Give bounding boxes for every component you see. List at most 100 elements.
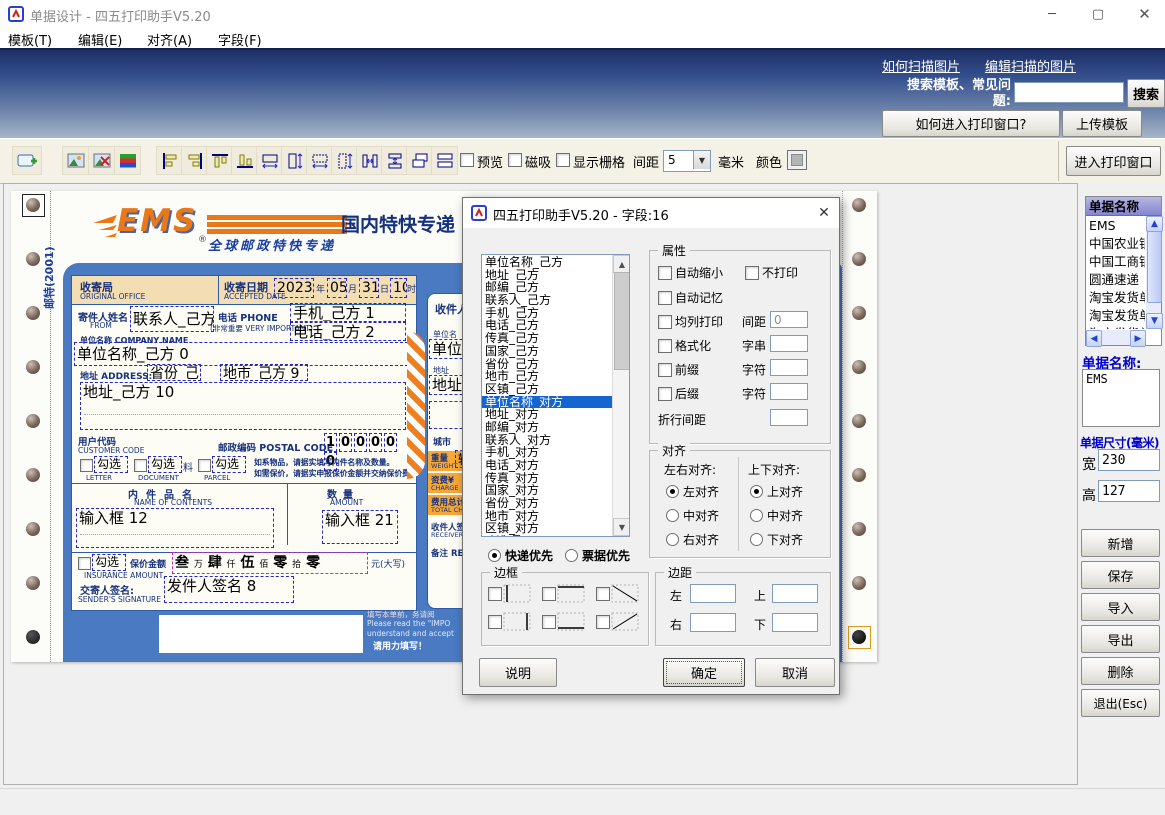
- scrollbar-thumb[interactable]: [614, 272, 630, 370]
- no-print-checkbox[interactable]: [745, 266, 759, 280]
- template-list-item[interactable]: 中国工商银行: [1086, 253, 1145, 271]
- year-field[interactable]: 2023: [274, 278, 314, 298]
- field-list-item[interactable]: 国家_己方: [482, 345, 613, 358]
- exit-button[interactable]: 退出(Esc): [1081, 689, 1160, 717]
- search-button[interactable]: 搜索: [1127, 79, 1165, 108]
- delete-button[interactable]: 删除: [1081, 657, 1160, 685]
- menu-template[interactable]: 模板(T): [8, 30, 52, 49]
- field-list-item[interactable]: 地址_己方: [482, 269, 613, 282]
- postal-digit-field[interactable]: 1: [324, 433, 337, 452]
- margin-bottom-input[interactable]: [772, 613, 818, 632]
- width-input[interactable]: [1098, 449, 1160, 471]
- h-align-center-radio[interactable]: [666, 509, 679, 522]
- letter-check-field[interactable]: 勾选: [94, 456, 128, 473]
- h-center-icon[interactable]: [356, 146, 383, 175]
- border-right-checkbox[interactable]: [488, 615, 502, 629]
- contact-self-field[interactable]: 联系人_己方: [130, 306, 214, 332]
- company-self-field[interactable]: 单位名称_己方 0: [74, 342, 408, 366]
- colors-icon[interactable]: [114, 146, 141, 175]
- edit-scanned-image-link[interactable]: 编辑扫描的图片: [985, 56, 1076, 75]
- height-input[interactable]: [1098, 480, 1160, 502]
- enter-print-window-button[interactable]: 进入打印窗口: [1066, 146, 1161, 176]
- template-name-box[interactable]: EMS: [1082, 369, 1160, 427]
- margin-top-input[interactable]: [772, 584, 818, 603]
- ok-button[interactable]: 确定: [663, 658, 745, 687]
- scan-image-link[interactable]: 如何扫描图片: [882, 56, 960, 75]
- h-align-right-radio[interactable]: [666, 533, 679, 546]
- how-enter-print-button[interactable]: 如何进入打印窗口?: [882, 110, 1060, 137]
- preview-checkbox[interactable]: [460, 153, 474, 167]
- letter-checkbox[interactable]: [80, 459, 93, 472]
- auto-shrink-checkbox[interactable]: [658, 266, 672, 280]
- space-equal-v-icon[interactable]: [331, 146, 358, 175]
- field-list-scrollbar[interactable]: ▲ ▼: [612, 255, 629, 536]
- document-checkbox[interactable]: [134, 459, 147, 472]
- scroll-down-icon[interactable]: ▼: [1146, 313, 1163, 329]
- suffix-checkbox[interactable]: [658, 387, 672, 401]
- hour-field[interactable]: 10: [390, 278, 407, 298]
- save-button[interactable]: 保存: [1081, 561, 1160, 589]
- remove-image-icon[interactable]: [88, 146, 115, 175]
- upload-template-button[interactable]: 上传模板: [1062, 110, 1142, 137]
- input-box-12-field[interactable]: 输入框 12: [76, 508, 274, 548]
- scroll-up-icon[interactable]: ▲: [613, 255, 630, 273]
- spacing-dropdown[interactable]: 5 ▼: [663, 150, 711, 172]
- template-h-scrollbar[interactable]: ◀ ▶: [1086, 330, 1146, 345]
- chevron-down-icon[interactable]: ▼: [693, 151, 710, 169]
- minimize-button[interactable]: ─: [1032, 0, 1072, 28]
- auto-memory-checkbox[interactable]: [658, 291, 672, 305]
- insurance-caps-field[interactable]: 叁 万 肆 仟 伍 佰 零 拾 零: [172, 552, 368, 574]
- field-list-item[interactable]: 地址_对方: [482, 408, 613, 421]
- scrollbar-thumb[interactable]: [1147, 231, 1162, 303]
- document-check-field[interactable]: 勾选: [148, 456, 182, 473]
- prefix-char-input[interactable]: [770, 359, 808, 376]
- field-list-item[interactable]: 传真_己方: [482, 332, 613, 345]
- dialog-title-bar[interactable]: 四五打印助手V5.20 - 字段:16 ✕: [463, 198, 839, 228]
- insert-image-icon[interactable]: [62, 146, 89, 175]
- scroll-down-icon[interactable]: ▼: [613, 518, 630, 536]
- even-print-checkbox[interactable]: [658, 315, 672, 329]
- field-list-item[interactable]: 国家_对方: [482, 484, 613, 497]
- province-self-field[interactable]: 省份_己: [147, 364, 201, 381]
- v-align-center-radio[interactable]: [750, 509, 763, 522]
- input-box-21-field[interactable]: 输入框 21: [322, 510, 398, 544]
- template-list-item[interactable]: 淘宝发货单6: [1086, 325, 1145, 329]
- postal-digit-field[interactable]: 0: [369, 433, 382, 452]
- field-list-item[interactable]: 单位名称_己方: [482, 256, 613, 269]
- v-align-top-radio[interactable]: [750, 485, 763, 498]
- cancel-button[interactable]: 取消: [755, 658, 835, 687]
- field-list-item[interactable]: 区镇_对方: [482, 522, 613, 535]
- field-list-item[interactable]: 电话_对方: [482, 459, 613, 472]
- month-field[interactable]: 05: [327, 278, 347, 298]
- field-list-item[interactable]: 省份_对方: [482, 497, 613, 510]
- margin-left-input[interactable]: [690, 584, 736, 603]
- send-to-back-icon[interactable]: [431, 146, 458, 175]
- format-string-input[interactable]: [770, 335, 808, 352]
- color-swatch[interactable]: [787, 150, 807, 170]
- parcel-checkbox[interactable]: [198, 459, 211, 472]
- format-checkbox[interactable]: [658, 339, 672, 353]
- v-align-bottom-radio[interactable]: [750, 533, 763, 546]
- menu-field[interactable]: 字段(F): [218, 30, 262, 49]
- template-list-item[interactable]: 圆通速递: [1086, 271, 1145, 289]
- align-top-icon[interactable]: [206, 146, 233, 175]
- help-button[interactable]: 说明: [479, 658, 557, 687]
- selection-frame[interactable]: [22, 194, 45, 217]
- postal-digit-field[interactable]: 0: [339, 433, 352, 452]
- field-list-item[interactable]: 手机_己方: [482, 307, 613, 320]
- space-equal-h-icon[interactable]: [306, 146, 333, 175]
- close-button[interactable]: ✕: [1124, 0, 1165, 28]
- import-button[interactable]: 导入: [1081, 593, 1160, 621]
- even-spacing-input[interactable]: [770, 311, 808, 328]
- align-left-icon[interactable]: [156, 146, 183, 175]
- postal-digit-field[interactable]: 0: [384, 433, 397, 452]
- day-field[interactable]: 31: [359, 278, 379, 298]
- add-field-icon[interactable]: [12, 146, 42, 175]
- scroll-up-icon[interactable]: ▲: [1146, 216, 1163, 232]
- equal-width-icon[interactable]: [256, 146, 283, 175]
- border-diag-up-checkbox[interactable]: [596, 615, 610, 629]
- prefix-checkbox[interactable]: [658, 363, 672, 377]
- scroll-right-icon[interactable]: ▶: [1130, 330, 1146, 347]
- field-list-item[interactable]: 单位名称_对方: [482, 396, 613, 409]
- template-list-item[interactable]: 中国农业银行: [1086, 235, 1145, 253]
